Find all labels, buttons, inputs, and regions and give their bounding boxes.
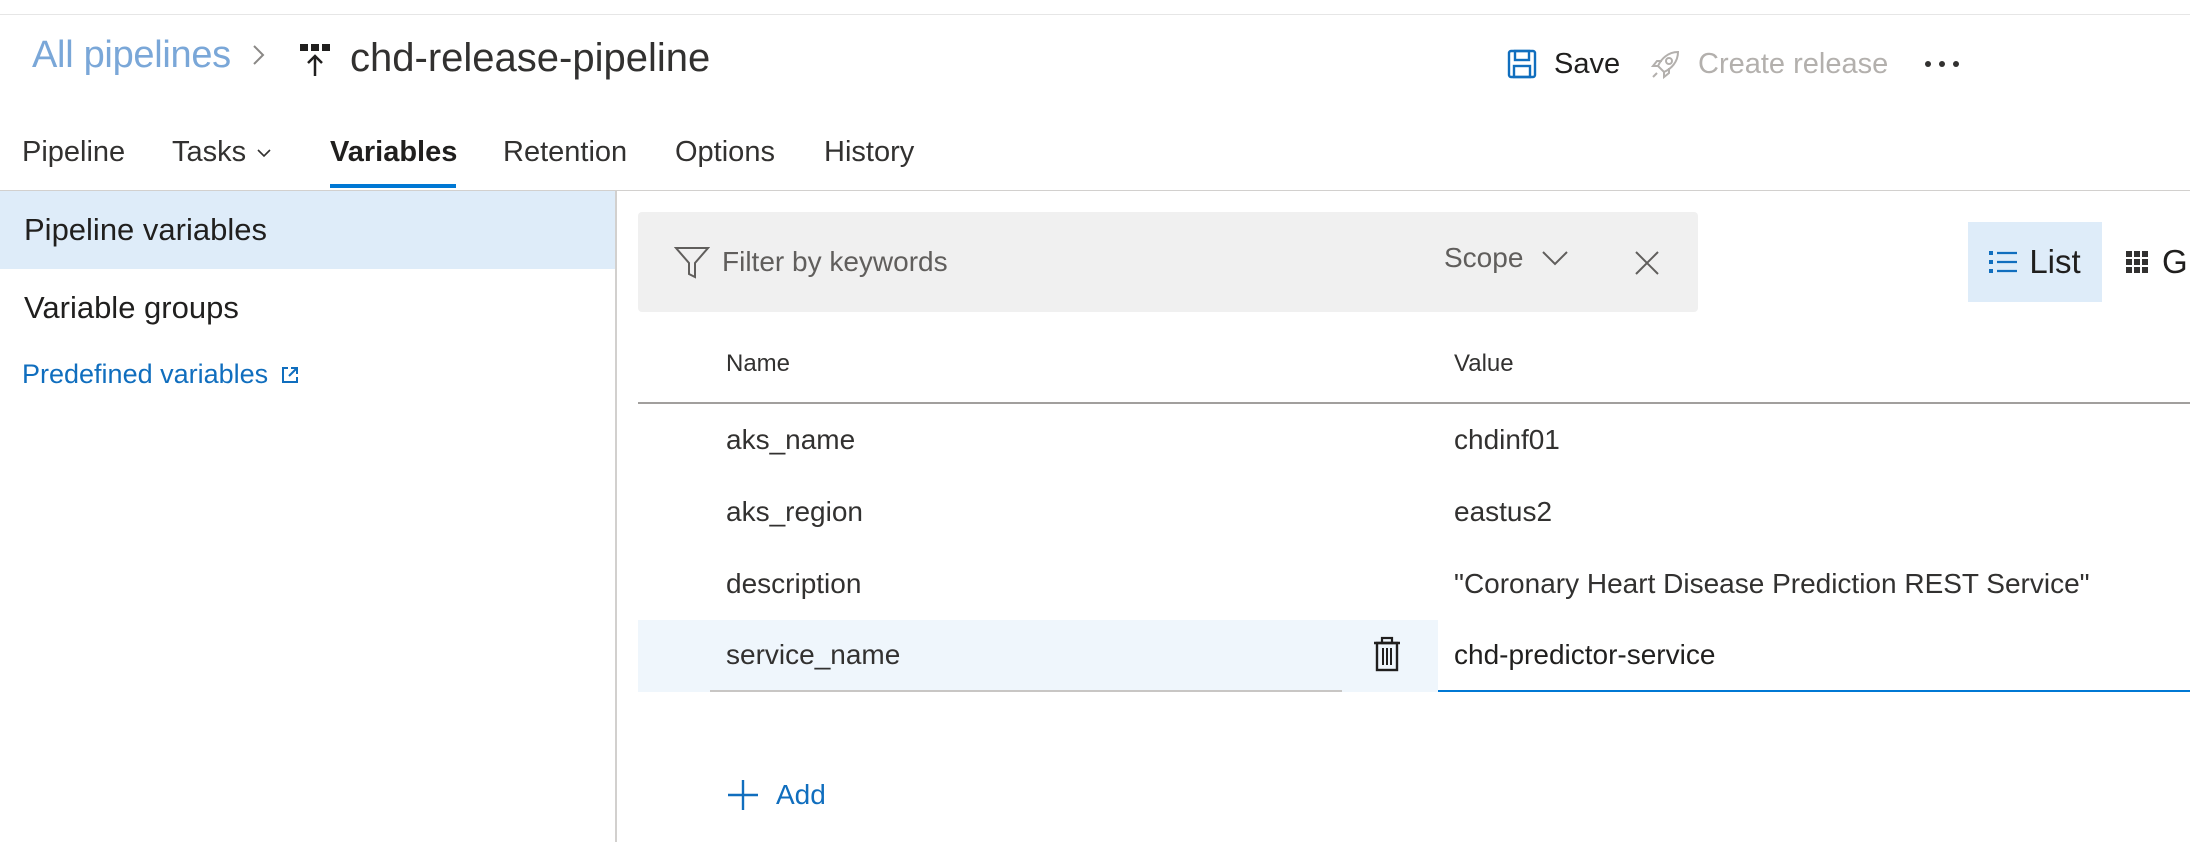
- variable-name-input[interactable]: [710, 620, 1342, 692]
- table-row[interactable]: description "Coronary Heart Disease Pred…: [638, 548, 2190, 620]
- variable-value-input[interactable]: [1438, 620, 2190, 692]
- tab-tasks-label: Tasks: [172, 136, 247, 168]
- filter-icon: [674, 247, 710, 279]
- tab-retention[interactable]: Retention: [503, 136, 627, 169]
- variable-name: aks_region: [726, 496, 863, 527]
- predefined-variables-link[interactable]: Predefined variables: [22, 359, 300, 390]
- list-view-label: List: [2029, 243, 2081, 280]
- tab-history[interactable]: History: [824, 136, 914, 169]
- tab-tasks[interactable]: Tasks: [172, 136, 272, 169]
- column-header-value[interactable]: Value: [1454, 350, 1514, 378]
- grid-view-button[interactable]: G: [2126, 222, 2190, 302]
- table-row[interactable]: aks_region eastus2: [638, 476, 2190, 548]
- table-row[interactable]: aks_name chdinf01: [638, 404, 2190, 476]
- variable-value: eastus2: [1454, 496, 1553, 527]
- grid-icon: [2126, 251, 2148, 273]
- external-link-icon: [282, 366, 299, 383]
- clear-filter-icon[interactable]: [1632, 248, 1662, 278]
- chevron-right-icon: [253, 45, 265, 65]
- variable-value: "Coronary Heart Disease Prediction REST …: [1454, 568, 2090, 599]
- save-label: Save: [1554, 47, 1621, 80]
- variables-sidebar: Pipeline variables Variable groups Prede…: [0, 191, 617, 842]
- filter-bar: Scope: [638, 212, 1698, 312]
- variable-value: chdinf01: [1454, 424, 1560, 455]
- save-icon: [1507, 49, 1537, 79]
- more-options-icon[interactable]: [1922, 46, 1962, 82]
- tab-pipeline[interactable]: Pipeline: [22, 136, 125, 169]
- add-label: Add: [776, 779, 826, 810]
- add-variable-button[interactable]: Add: [726, 778, 826, 812]
- list-view-button[interactable]: List: [1968, 222, 2102, 302]
- filter-keywords-input[interactable]: [722, 236, 1322, 288]
- chevron-down-icon: [257, 149, 271, 158]
- list-icon: [1989, 251, 2018, 273]
- variable-name: aks_name: [726, 424, 856, 455]
- create-release-label: Create release: [1698, 47, 1889, 80]
- column-header-name[interactable]: Name: [726, 350, 790, 378]
- top-divider: [0, 14, 2190, 15]
- table-row-editing[interactable]: [638, 620, 2190, 692]
- scope-label: Scope: [1444, 242, 1524, 273]
- sidebar-item-pipeline-variables[interactable]: Pipeline variables: [0, 191, 615, 269]
- breadcrumb-all-pipelines[interactable]: All pipelines: [32, 34, 231, 77]
- sidebar-item-variable-groups[interactable]: Variable groups: [0, 269, 615, 347]
- create-release-button[interactable]: Create release: [1648, 44, 1888, 84]
- save-button[interactable]: Save: [1506, 44, 1620, 84]
- plus-icon: [728, 780, 758, 810]
- predefined-variables-label: Predefined variables: [22, 359, 269, 389]
- release-pipeline-icon: [300, 44, 330, 76]
- scope-dropdown[interactable]: Scope: [1444, 242, 1569, 274]
- pipeline-title: chd-release-pipeline: [350, 36, 711, 80]
- variable-name: description: [726, 568, 862, 599]
- grid-view-label: G: [2162, 243, 2188, 280]
- tab-options[interactable]: Options: [675, 136, 775, 169]
- tab-variables[interactable]: Variables: [330, 136, 457, 169]
- delete-icon[interactable]: [1372, 636, 1402, 672]
- rocket-icon: [1650, 50, 1680, 80]
- tab-bar: Pipeline Tasks Variables Retention Optio…: [0, 126, 2190, 190]
- chevron-down-icon: [1542, 251, 1569, 266]
- active-tab-indicator: [330, 184, 456, 188]
